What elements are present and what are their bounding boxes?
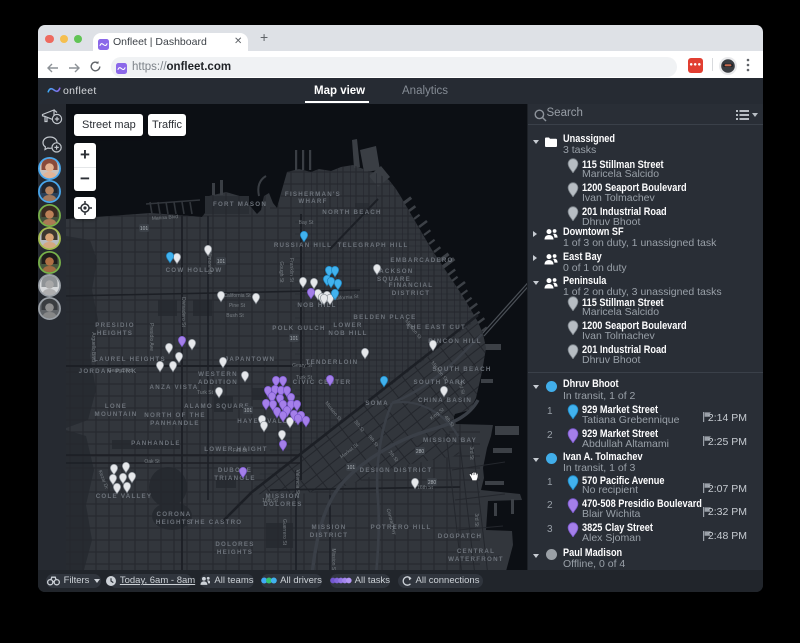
- svg-text:PANHANDLE: PANHANDLE: [131, 440, 181, 447]
- svg-text:PRESIDIO: PRESIDIO: [95, 322, 135, 329]
- svg-text:WHARF: WHARF: [298, 198, 327, 205]
- svg-text:NOB HILL: NOB HILL: [328, 330, 367, 337]
- svg-text:WESTERN: WESTERN: [198, 371, 238, 378]
- svg-text:ANZA VISTA: ANZA VISTA: [150, 384, 199, 391]
- svg-text:SOMA: SOMA: [365, 400, 389, 407]
- svg-text:MISSION BAY: MISSION BAY: [423, 437, 477, 444]
- svg-text:Fell St: Fell St: [233, 448, 248, 454]
- svg-text:DOLORES: DOLORES: [215, 541, 254, 548]
- svg-text:Turk St: Turk St: [296, 375, 313, 381]
- svg-text:HEIGHTS: HEIGHTS: [217, 549, 253, 556]
- svg-text:16th St: 16th St: [262, 498, 278, 504]
- svg-text:TENDERLOIN: TENDERLOIN: [306, 359, 359, 366]
- svg-text:HEIGHTS: HEIGHTS: [97, 330, 133, 337]
- svg-text:TELEGRAPH HILL: TELEGRAPH HILL: [337, 242, 408, 249]
- svg-text:3rd St: 3rd St: [468, 446, 474, 460]
- svg-text:POTRERO HILL: POTRERO HILL: [370, 524, 431, 531]
- svg-text:3rd St: 3rd St: [473, 513, 479, 527]
- svg-text:DUBOCE: DUBOCE: [218, 467, 252, 474]
- svg-text:MISSION: MISSION: [312, 524, 347, 531]
- svg-text:280: 280: [428, 480, 437, 486]
- svg-text:DOGPATCH: DOGPATCH: [438, 533, 483, 540]
- svg-text:NORTH OF THE: NORTH OF THE: [144, 412, 205, 419]
- svg-text:Arguello Blvd: Arguello Blvd: [90, 332, 96, 362]
- svg-text:101: 101: [140, 226, 149, 232]
- svg-text:Turk St: Turk St: [197, 390, 214, 396]
- svg-text:THE CASTRO: THE CASTRO: [190, 519, 243, 526]
- svg-text:CORONA: CORONA: [157, 511, 192, 518]
- svg-text:ALAMO SQUARE: ALAMO SQUARE: [184, 403, 250, 410]
- svg-text:101: 101: [217, 259, 226, 265]
- svg-text:280: 280: [416, 449, 425, 455]
- svg-text:FINANCIAL: FINANCIAL: [389, 282, 434, 289]
- svg-text:POLK GULCH: POLK GULCH: [272, 325, 325, 332]
- svg-text:Geary Blvd: Geary Blvd: [108, 368, 133, 374]
- svg-text:DISTRICT: DISTRICT: [392, 290, 431, 297]
- svg-text:NORTH BEACH: NORTH BEACH: [322, 209, 381, 216]
- svg-text:Guerrero St: Guerrero St: [281, 519, 287, 546]
- svg-text:FORT MASON: FORT MASON: [213, 201, 267, 208]
- svg-text:Geary St: Geary St: [292, 363, 312, 369]
- svg-text:FISHERMAN'S: FISHERMAN'S: [285, 191, 341, 198]
- svg-text:Divisadero St: Divisadero St: [180, 297, 186, 327]
- svg-text:RUSSIAN HILL: RUSSIAN HILL: [274, 242, 332, 249]
- svg-text:JAPANTOWN: JAPANTOWN: [225, 356, 276, 363]
- svg-text:101: 101: [244, 408, 253, 414]
- svg-text:TRIANGLE: TRIANGLE: [214, 475, 256, 482]
- svg-text:MOUNTAIN: MOUNTAIN: [95, 411, 138, 418]
- svg-text:COW HOLLOW: COW HOLLOW: [166, 267, 223, 274]
- svg-text:EMBARCADERO: EMBARCADERO: [390, 257, 453, 264]
- svg-text:LAUREL HEIGHTS: LAUREL HEIGHTS: [94, 356, 166, 363]
- svg-text:Valencia St: Valencia St: [294, 470, 300, 496]
- svg-text:HEIGHTS: HEIGHTS: [156, 519, 192, 526]
- svg-text:Mission St: Mission St: [330, 548, 336, 570]
- svg-text:California St: California St: [223, 293, 251, 299]
- svg-text:Oak St: Oak St: [144, 459, 160, 465]
- svg-text:101: 101: [290, 336, 299, 342]
- svg-text:DESIGN DISTRICT: DESIGN DISTRICT: [360, 467, 433, 474]
- svg-text:CHINA BASIN: CHINA BASIN: [418, 397, 472, 404]
- svg-text:Bush St: Bush St: [226, 313, 244, 319]
- svg-text:LONE: LONE: [105, 403, 127, 410]
- svg-text:Pine St: Pine St: [229, 303, 246, 309]
- svg-text:WATERFRONT: WATERFRONT: [448, 556, 504, 563]
- svg-text:Presidio Ave: Presidio Ave: [148, 323, 154, 351]
- svg-text:COLE VALLEY: COLE VALLEY: [96, 493, 153, 500]
- svg-text:DISTRICT: DISTRICT: [310, 532, 349, 539]
- svg-text:CENTRAL: CENTRAL: [457, 548, 495, 555]
- svg-text:101: 101: [347, 465, 356, 471]
- svg-text:ADDITION: ADDITION: [198, 379, 238, 386]
- svg-text:Franklin St: Franklin St: [288, 258, 294, 283]
- svg-text:LOWER: LOWER: [333, 322, 362, 329]
- svg-text:Bay St: Bay St: [299, 220, 314, 226]
- svg-text:Gough St: Gough St: [278, 261, 284, 283]
- svg-text:PANHANDLE: PANHANDLE: [150, 420, 200, 427]
